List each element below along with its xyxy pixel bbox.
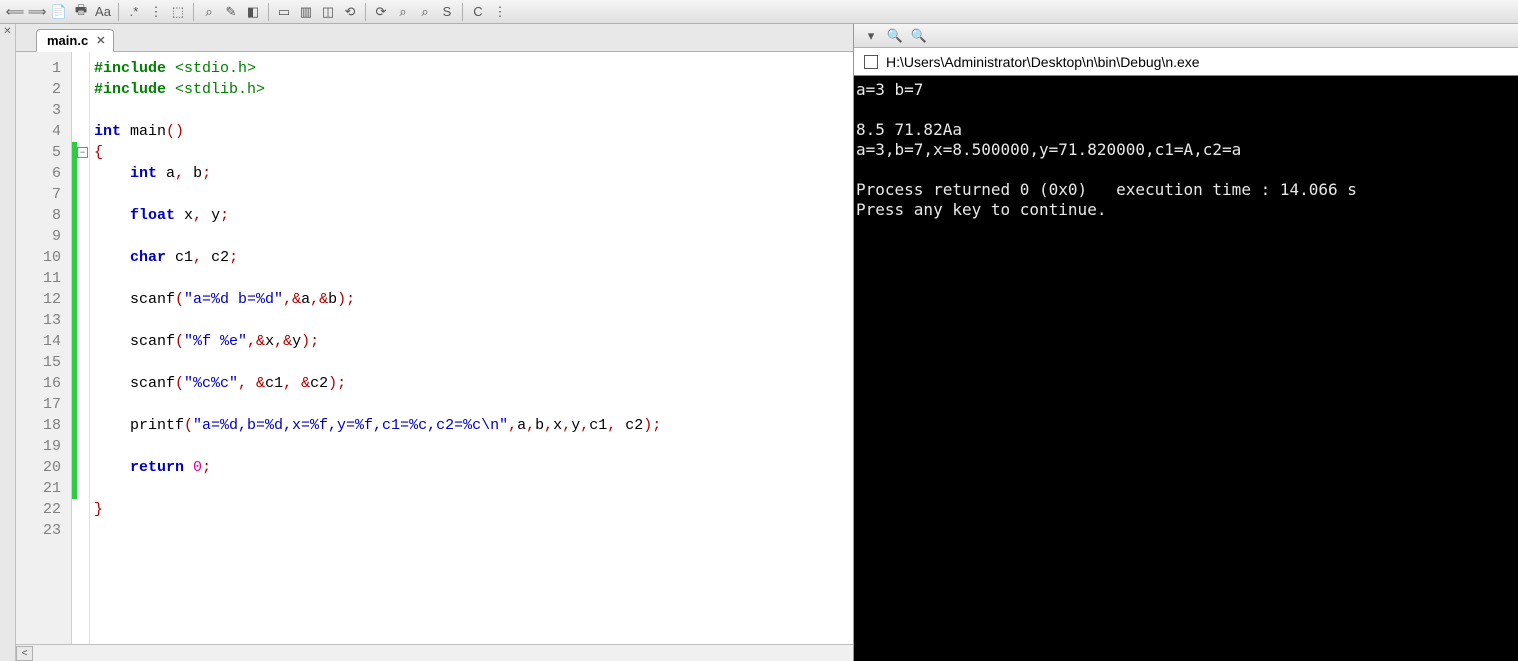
console-output[interactable]: a=3 b=7 8.5 71.82Aa a=3,b=7,x=8.500000,y… <box>854 76 1518 661</box>
fold-icon[interactable]: − <box>77 147 88 158</box>
toolbar-separator <box>193 3 194 21</box>
line-number: 20 <box>16 457 71 478</box>
toolbar-icon-3[interactable]: 🖶 <box>72 3 90 21</box>
line-number: 8 <box>16 205 71 226</box>
line-number: 5 <box>16 142 71 163</box>
left-gutter: ✕ <box>0 24 16 661</box>
code-line[interactable] <box>94 478 853 499</box>
editor-pane: main.c ✕ 1234567891011121314151617181920… <box>16 24 854 661</box>
tab-main-c[interactable]: main.c ✕ <box>36 29 114 52</box>
code-line[interactable]: #include <stdlib.h> <box>94 79 853 100</box>
code-area[interactable]: #include <stdio.h>#include <stdlib.h> int… <box>90 52 853 644</box>
code-line[interactable]: printf("a=%d,b=%d,x=%f,y=%f,c1=%c,c2=%c\… <box>94 415 853 436</box>
horizontal-scrollbar[interactable]: < <box>16 644 853 661</box>
line-number: 16 <box>16 373 71 394</box>
toolbar-icon-15[interactable]: ⟳ <box>372 3 390 21</box>
toolbar-separator <box>462 3 463 21</box>
line-number: 1 <box>16 58 71 79</box>
line-number: 12 <box>16 289 71 310</box>
code-line[interactable]: int main() <box>94 121 853 142</box>
toolbar-separator <box>118 3 119 21</box>
toolbar-icon-19[interactable]: C <box>469 3 487 21</box>
line-number: 7 <box>16 184 71 205</box>
code-line[interactable] <box>94 100 853 121</box>
code-line[interactable] <box>94 184 853 205</box>
editor-body: 1234567891011121314151617181920212223 − … <box>16 52 853 644</box>
code-line[interactable]: #include <stdio.h> <box>94 58 853 79</box>
code-line[interactable] <box>94 310 853 331</box>
line-number: 22 <box>16 499 71 520</box>
toolbar-icon-7[interactable]: ⬚ <box>169 3 187 21</box>
line-number: 13 <box>16 310 71 331</box>
code-line[interactable] <box>94 226 853 247</box>
line-number: 11 <box>16 268 71 289</box>
marker-gutter: − <box>72 52 90 644</box>
code-line[interactable] <box>94 436 853 457</box>
line-number: 21 <box>16 478 71 499</box>
code-line[interactable] <box>94 394 853 415</box>
toolbar-icon-20[interactable]: ⋮ <box>491 3 509 21</box>
line-number: 18 <box>16 415 71 436</box>
code-line[interactable]: scanf("a=%d b=%d",&a,&b); <box>94 289 853 310</box>
toolbar-icon-13[interactable]: ◫ <box>319 3 337 21</box>
console-tool-icon-0[interactable]: ▾ <box>862 27 880 45</box>
toolbar-separator <box>268 3 269 21</box>
toolbar-icon-6[interactable]: ⋮ <box>147 3 165 21</box>
line-number: 9 <box>16 226 71 247</box>
toolbar-separator <box>365 3 366 21</box>
app-icon <box>864 55 878 69</box>
main-row: ✕ main.c ✕ 12345678910111213141516171819… <box>0 24 1518 661</box>
toolbar-icon-8[interactable]: ⌕ <box>200 3 218 21</box>
toolbar-icon-0[interactable]: ⟸ <box>6 3 24 21</box>
scroll-left-icon[interactable]: < <box>16 646 33 661</box>
console-pane: ▾ 🔍 🔍 H:\Users\Administrator\Desktop\n\bin… <box>854 24 1518 661</box>
code-line[interactable]: } <box>94 499 853 520</box>
code-line[interactable]: scanf("%f %e",&x,&y); <box>94 331 853 352</box>
toolbar-icon-14[interactable]: ⟲ <box>341 3 359 21</box>
toolbar-icon-2[interactable]: 📄 <box>50 3 68 21</box>
close-panel-icon[interactable]: ✕ <box>3 26 11 37</box>
close-icon[interactable]: ✕ <box>96 34 105 47</box>
code-line[interactable]: scanf("%c%c", &c1, &c2); <box>94 373 853 394</box>
line-number: 6 <box>16 163 71 184</box>
toolbar-icon-10[interactable]: ◧ <box>244 3 262 21</box>
console-toolbar: ▾ 🔍 🔍 <box>854 24 1518 48</box>
change-marker <box>72 142 77 499</box>
toolbar-icon-5[interactable]: .* <box>125 3 143 21</box>
line-number: 4 <box>16 121 71 142</box>
tab-strip: main.c ✕ <box>16 24 853 52</box>
line-number: 3 <box>16 100 71 121</box>
code-line[interactable] <box>94 268 853 289</box>
code-line[interactable]: return 0; <box>94 457 853 478</box>
console-title-text: H:\Users\Administrator\Desktop\n\bin\Deb… <box>886 54 1200 70</box>
code-line[interactable]: { <box>94 142 853 163</box>
toolbar-icon-16[interactable]: ⌕ <box>394 3 412 21</box>
line-number-gutter: 1234567891011121314151617181920212223 <box>16 52 72 644</box>
console-tool-icon-1[interactable]: 🔍 <box>886 27 904 45</box>
code-line[interactable] <box>94 520 853 541</box>
line-number: 10 <box>16 247 71 268</box>
console-tool-icon-2[interactable]: 🔍 <box>910 27 928 45</box>
code-line[interactable]: int a, b; <box>94 163 853 184</box>
toolbar-icon-17[interactable]: ⌕ <box>416 3 434 21</box>
code-line[interactable] <box>94 352 853 373</box>
console-titlebar[interactable]: H:\Users\Administrator\Desktop\n\bin\Deb… <box>854 48 1518 76</box>
line-number: 15 <box>16 352 71 373</box>
toolbar-icon-12[interactable]: ▥ <box>297 3 315 21</box>
code-line[interactable]: float x, y; <box>94 205 853 226</box>
toolbar-icon-1[interactable]: ⟹ <box>28 3 46 21</box>
toolbar-icon-11[interactable]: ▭ <box>275 3 293 21</box>
main-toolbar: ⟸⟹📄🖶Aa.*⋮⬚⌕✎◧▭▥◫⟲⟳⌕⌕SC⋮ <box>0 0 1518 24</box>
line-number: 17 <box>16 394 71 415</box>
code-line[interactable]: char c1, c2; <box>94 247 853 268</box>
toolbar-icon-4[interactable]: Aa <box>94 3 112 21</box>
toolbar-icon-18[interactable]: S <box>438 3 456 21</box>
line-number: 23 <box>16 520 71 541</box>
line-number: 19 <box>16 436 71 457</box>
line-number: 14 <box>16 331 71 352</box>
line-number: 2 <box>16 79 71 100</box>
toolbar-icon-9[interactable]: ✎ <box>222 3 240 21</box>
tab-label: main.c <box>47 33 88 48</box>
